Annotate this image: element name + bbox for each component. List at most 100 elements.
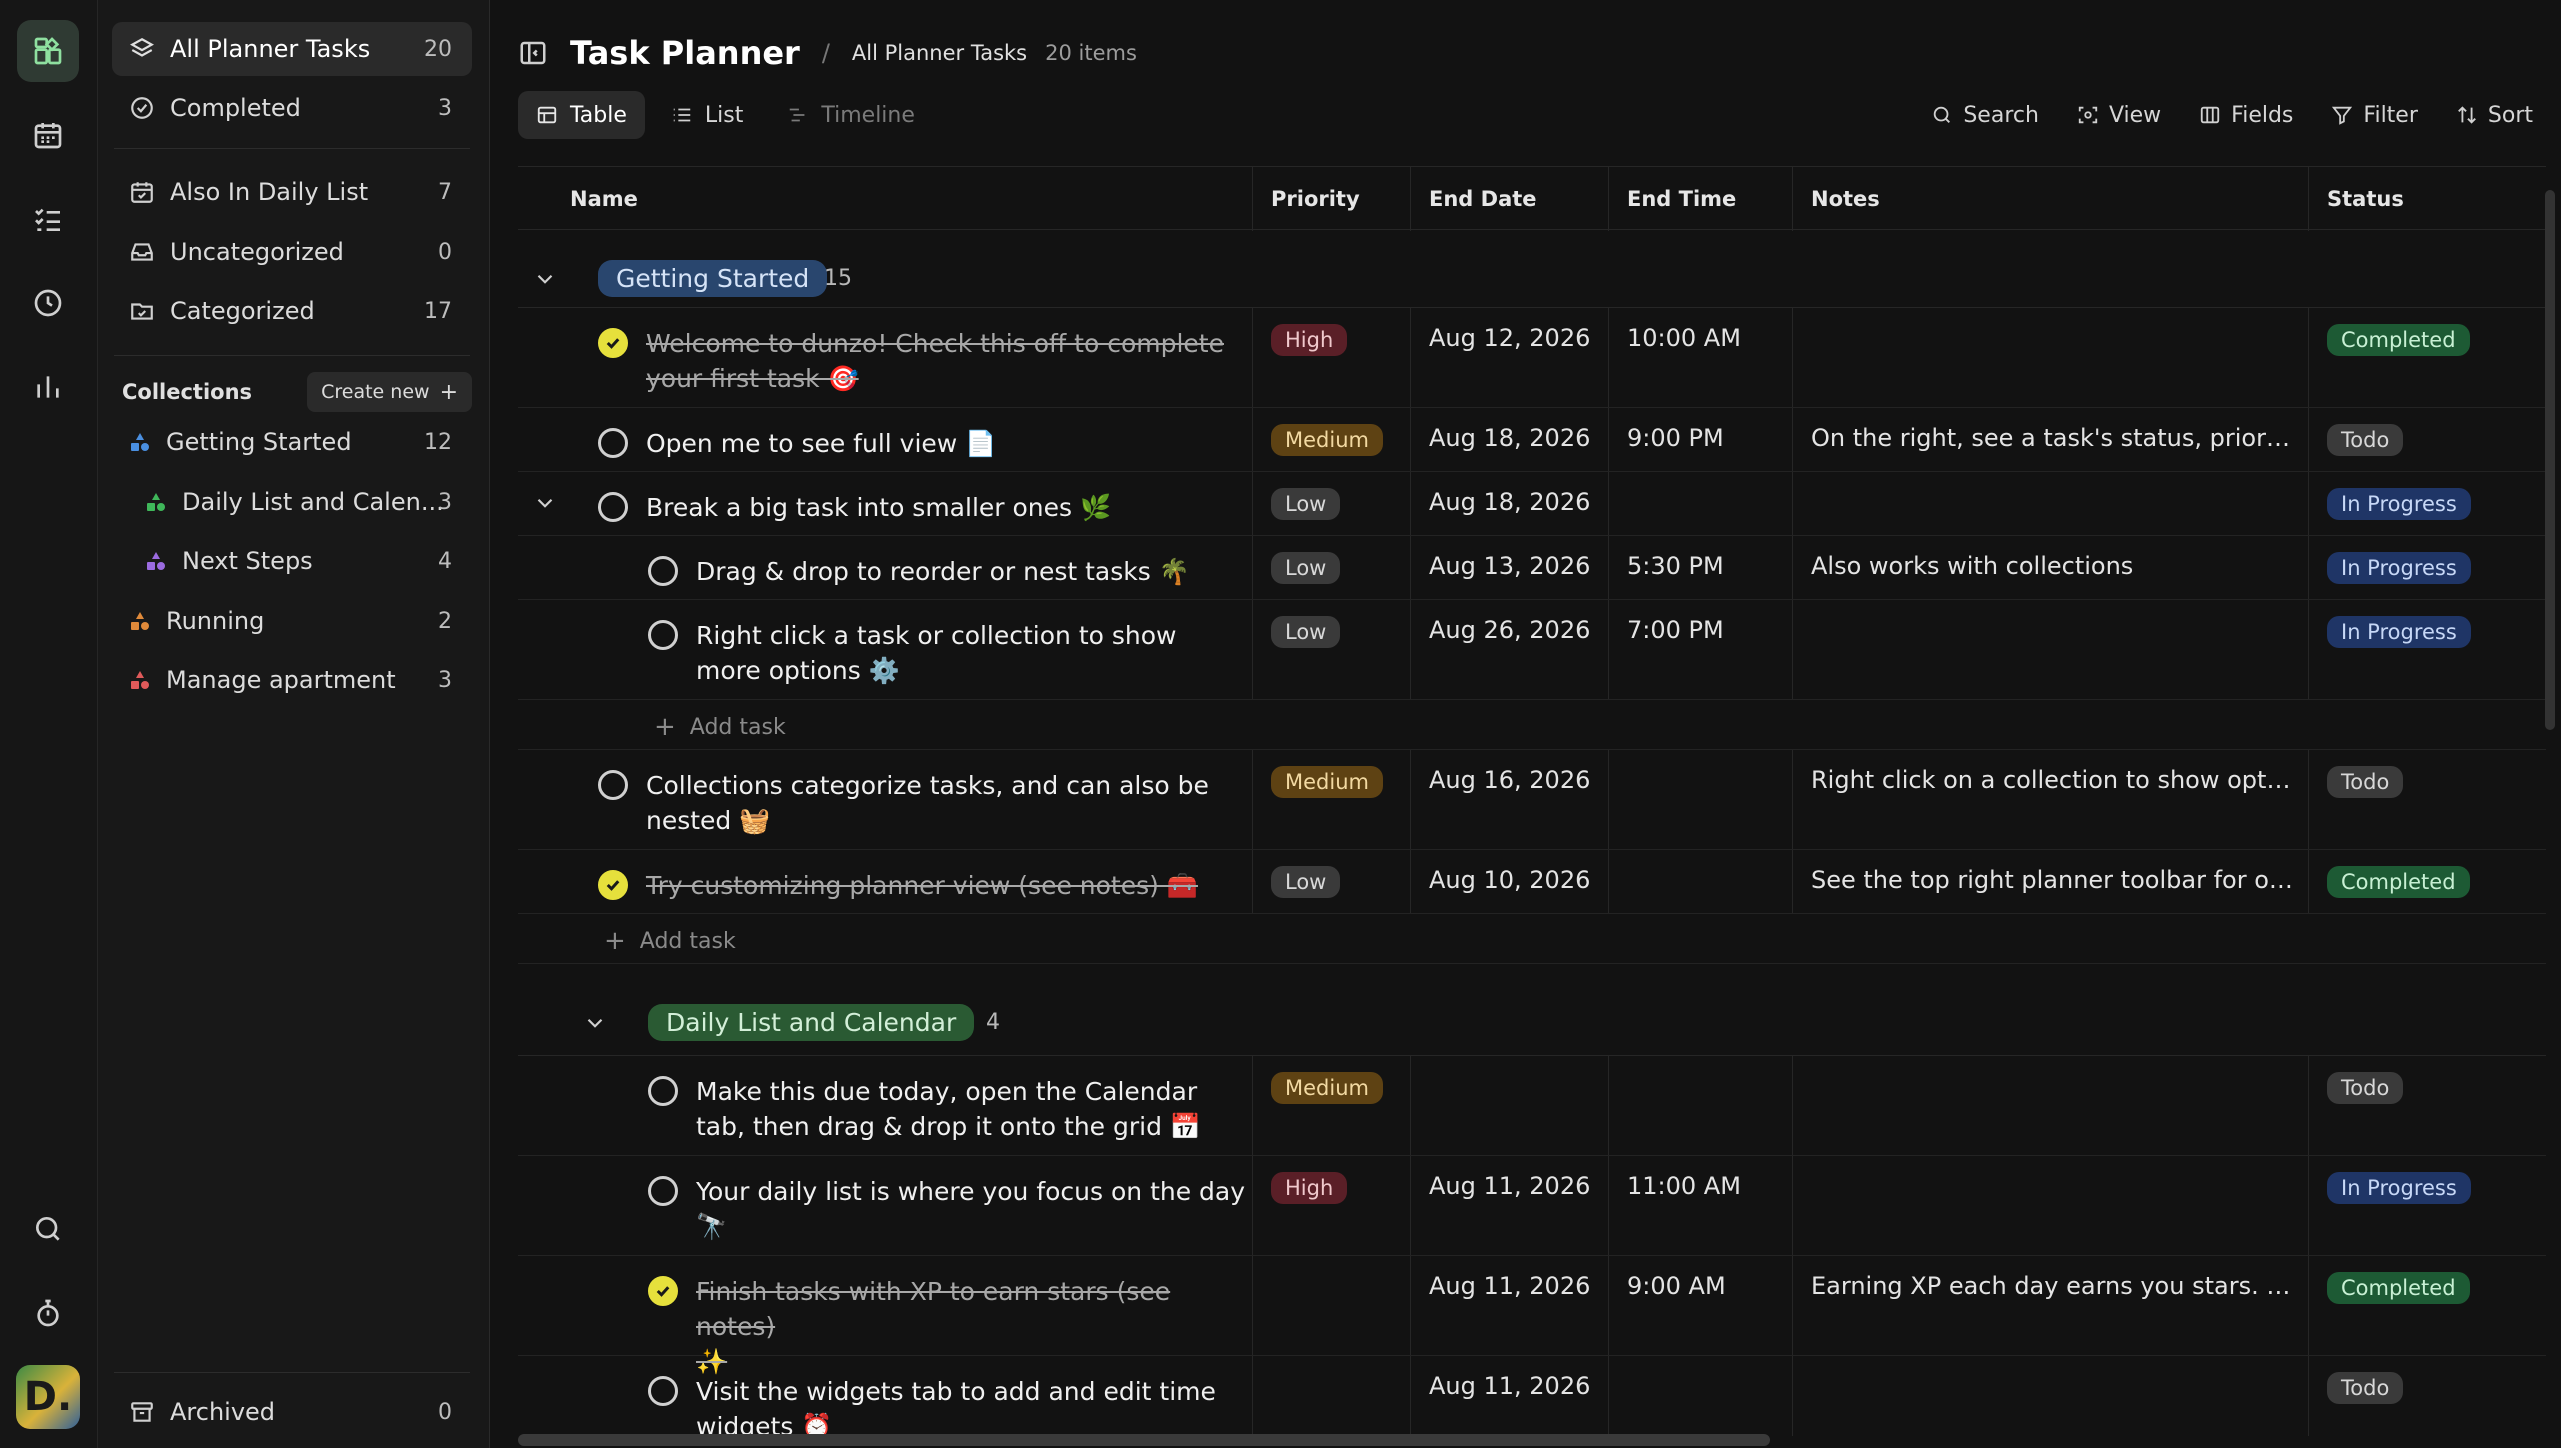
daily-list-rail-button[interactable] <box>17 188 79 250</box>
notes-cell[interactable] <box>1792 1056 2308 1155</box>
chevron-down-icon[interactable] <box>532 266 558 292</box>
end-time-cell[interactable] <box>1608 850 1792 913</box>
end-date-cell[interactable]: Aug 16, 2026 <box>1410 750 1608 849</box>
end-time-cell[interactable] <box>1608 750 1792 849</box>
priority-cell[interactable]: Low <box>1252 600 1410 699</box>
end-date-cell[interactable]: Aug 26, 2026 <box>1410 600 1608 699</box>
task-title[interactable]: Make this due today, open the Calendar ta… <box>696 1074 1201 1144</box>
end-time-cell[interactable]: 11:00 AM <box>1608 1156 1792 1255</box>
end-time-cell[interactable] <box>1608 1056 1792 1155</box>
collection-getting-started[interactable]: Getting Started 12 <box>112 415 472 469</box>
task-checkbox-checked[interactable] <box>598 328 628 358</box>
add-task-button[interactable]: + Add task <box>654 712 786 742</box>
task-checkbox[interactable] <box>648 1176 678 1206</box>
task-checkbox-checked[interactable] <box>648 1276 678 1306</box>
task-checkbox-checked[interactable] <box>598 870 628 900</box>
search-rail-button[interactable] <box>17 1198 79 1260</box>
table-row[interactable]: Try customizing planner view (see notes)… <box>518 850 2546 914</box>
end-date-cell[interactable]: Aug 11, 2026 <box>1410 1156 1608 1255</box>
task-title[interactable]: Collections categorize tasks, and can al… <box>646 768 1209 838</box>
end-date-cell[interactable]: Aug 18, 2026 <box>1410 408 1608 471</box>
priority-cell[interactable]: Medium <box>1252 1056 1410 1155</box>
table-row[interactable]: Collections categorize tasks, and can al… <box>518 750 2546 850</box>
filter-button[interactable]: Filter <box>2331 103 2418 128</box>
column-header-priority[interactable]: Priority <box>1252 167 1410 231</box>
status-cell[interactable]: In Progress <box>2308 536 2546 599</box>
table-row[interactable]: Visit the widgets tab to add and edit ti… <box>518 1356 2546 1436</box>
group-header-getting-started[interactable]: Getting Started 15 <box>518 252 2546 308</box>
status-cell[interactable]: Todo <box>2308 1356 2546 1436</box>
column-header-end-date[interactable]: End Date <box>1410 167 1608 231</box>
task-checkbox[interactable] <box>598 428 628 458</box>
notes-cell[interactable] <box>1792 1156 2308 1255</box>
end-time-cell[interactable] <box>1608 1356 1792 1436</box>
task-checkbox[interactable] <box>648 1076 678 1106</box>
end-time-cell[interactable]: 5:30 PM <box>1608 536 1792 599</box>
sort-button[interactable]: Sort <box>2456 103 2533 128</box>
notes-cell[interactable]: Also works with collections <box>1792 536 2308 599</box>
status-cell[interactable]: Todo <box>2308 1056 2546 1155</box>
task-title[interactable]: Your daily list is where you focus on th… <box>696 1174 1245 1244</box>
create-collection-button[interactable]: Create new + <box>307 372 472 412</box>
table-row[interactable]: Finish tasks with XP to earn stars (see … <box>518 1256 2546 1376</box>
priority-cell[interactable]: High <box>1252 308 1410 407</box>
status-cell[interactable]: Completed <box>2308 1256 2546 1355</box>
status-cell[interactable]: Completed <box>2308 850 2546 913</box>
fields-button[interactable]: Fields <box>2199 103 2293 128</box>
calendar-rail-button[interactable] <box>17 104 79 166</box>
end-date-cell[interactable]: Aug 11, 2026 <box>1410 1256 1608 1355</box>
table-row[interactable]: Drag & drop to reorder or nest tasks 🌴 L… <box>518 536 2546 600</box>
status-cell[interactable]: In Progress <box>2308 1156 2546 1255</box>
status-cell[interactable]: In Progress <box>2308 600 2546 699</box>
sidebar-item-uncategorized[interactable]: Uncategorized 0 <box>112 225 472 279</box>
search-button[interactable]: Search <box>1931 103 2039 128</box>
table-row[interactable]: Welcome to dunzo! Check this off to comp… <box>518 308 2546 408</box>
task-title[interactable]: Try customizing planner view (see notes)… <box>646 868 1198 903</box>
end-date-cell[interactable]: Aug 18, 2026 <box>1410 472 1608 535</box>
notes-cell[interactable]: On the right, see a task's status, prior… <box>1792 408 2308 471</box>
sidebar-item-archived[interactable]: Archived 0 <box>112 1385 472 1439</box>
priority-cell[interactable]: Low <box>1252 536 1410 599</box>
collection-manage-apartment[interactable]: Manage apartment 3 <box>112 653 472 707</box>
column-header-status[interactable]: Status <box>2308 167 2546 231</box>
table-row[interactable]: Right click a task or collection to show… <box>518 600 2546 700</box>
task-title[interactable]: Open me to see full view 📄 <box>646 426 996 461</box>
notes-cell[interactable] <box>1792 1356 2308 1436</box>
end-date-cell[interactable]: Aug 13, 2026 <box>1410 536 1608 599</box>
collection-next-steps[interactable]: Next Steps 4 <box>112 534 472 588</box>
history-rail-button[interactable] <box>17 272 79 334</box>
task-title[interactable]: Visit the widgets tab to add and edit ti… <box>696 1374 1216 1436</box>
add-task-button[interactable]: + Add task <box>604 926 736 956</box>
status-cell[interactable]: Todo <box>2308 750 2546 849</box>
end-time-cell[interactable] <box>1608 472 1792 535</box>
task-checkbox[interactable] <box>648 1376 678 1406</box>
priority-cell[interactable] <box>1252 1356 1410 1436</box>
priority-cell[interactable] <box>1252 1256 1410 1355</box>
notes-cell[interactable]: Right click on a collection to show opti… <box>1792 750 2308 849</box>
tab-timeline[interactable]: Timeline <box>769 91 933 139</box>
avatar[interactable]: D. <box>16 1365 80 1429</box>
add-task-row[interactable]: + Add task <box>518 700 2546 750</box>
task-checkbox[interactable] <box>648 556 678 586</box>
end-date-cell[interactable] <box>1410 1056 1608 1155</box>
collection-running[interactable]: Running 2 <box>112 594 472 648</box>
task-checkbox[interactable] <box>648 620 678 650</box>
notes-cell[interactable]: See the top right planner toolbar for op… <box>1792 850 2308 913</box>
table-row[interactable]: Open me to see full view 📄 Medium Aug 18… <box>518 408 2546 472</box>
priority-cell[interactable]: Low <box>1252 850 1410 913</box>
table-row[interactable]: Break a big task into smaller ones 🌿 Low… <box>518 472 2546 536</box>
notes-cell[interactable] <box>1792 600 2308 699</box>
task-title[interactable]: Drag & drop to reorder or nest tasks 🌴 <box>696 554 1190 589</box>
end-date-cell[interactable]: Aug 12, 2026 <box>1410 308 1608 407</box>
table-row[interactable]: Make this due today, open the Calendar ta… <box>518 1056 2546 1156</box>
notes-cell[interactable] <box>1792 472 2308 535</box>
horizontal-scrollbar[interactable] <box>518 1434 1770 1446</box>
end-time-cell[interactable]: 9:00 AM <box>1608 1256 1792 1355</box>
status-cell[interactable]: Completed <box>2308 308 2546 407</box>
sidebar-item-categorized[interactable]: Categorized 17 <box>112 284 472 338</box>
chevron-down-icon[interactable] <box>582 1010 608 1036</box>
end-time-cell[interactable]: 10:00 AM <box>1608 308 1792 407</box>
collection-daily-list-and-calendar[interactable]: Daily List and Calen... 3 <box>112 475 472 529</box>
priority-cell[interactable]: High <box>1252 1156 1410 1255</box>
sidebar-item-also-in-daily-list[interactable]: Also In Daily List 7 <box>112 165 472 219</box>
